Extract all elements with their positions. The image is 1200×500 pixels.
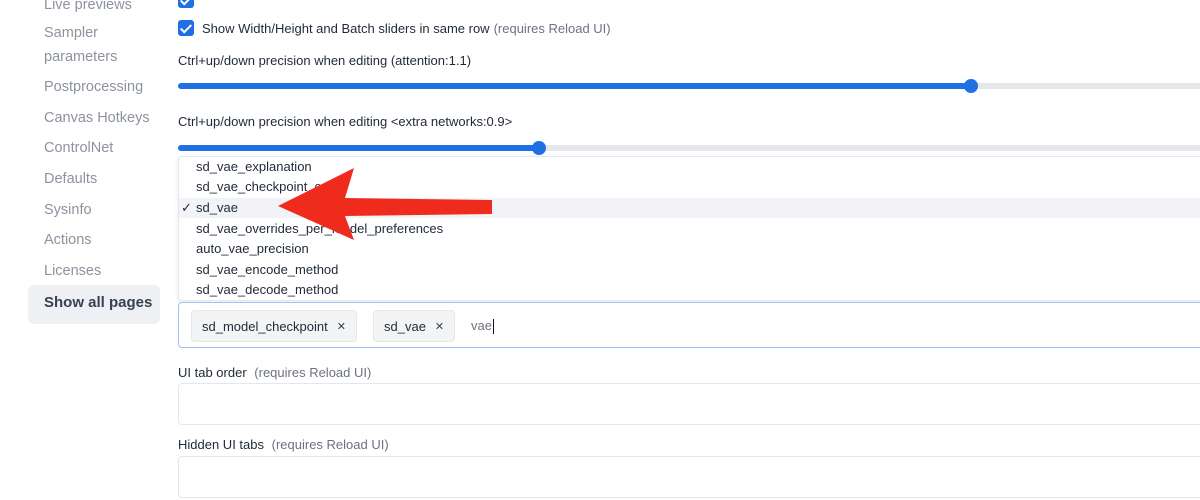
sidebar-item-show-all-pages[interactable]: Show all pages [28,285,160,324]
dropdown-option[interactable]: auto_vae_precision [179,239,1200,259]
setting-checkbox-row: Show Width/Height and Batch sliders in s… [178,18,611,38]
sidebar-item-controlnet[interactable]: ControlNet [44,136,113,160]
close-icon[interactable]: ✕ [435,320,444,333]
sidebar-item-live-previews[interactable]: Live previews [44,0,132,17]
chip-label: sd_vae [384,318,426,334]
checkbox-hint: (requires Reload UI) [493,20,611,36]
sidebar-item-defaults[interactable]: Defaults [44,167,97,191]
slider-extra-networks-track[interactable] [178,145,1200,151]
checkbox-partial-top[interactable] [178,0,194,8]
slider-attention-label: Ctrl+up/down precision when editing (att… [178,53,472,68]
chip-sd-model-checkpoint: sd_model_checkpoint ✕ [191,310,357,342]
tab-order-label-row: UI tab order (requires Reload UI) [178,365,371,380]
dropdown-option-label: auto_vae_precision [196,241,309,256]
hidden-tabs-label: Hidden UI tabs [178,437,264,452]
sidebar-item-actions[interactable]: Actions [44,228,92,252]
slider-extra-networks-label: Ctrl+up/down precision when editing <ext… [178,114,513,129]
red-arrow-icon [278,168,492,240]
multiselect-search-input[interactable]: vae [471,318,494,335]
dropdown-option-label: sd_vae_decode_method [196,282,339,297]
dropdown-option-label: sd_vae_encode_method [196,262,339,277]
slider-attention-thumb[interactable] [964,79,978,93]
slider-attention-track[interactable] [178,83,1200,89]
close-icon[interactable]: ✕ [337,320,346,333]
typed-text: vae [471,318,492,333]
checkbox-label: Show Width/Height and Batch sliders in s… [202,20,490,36]
dropdown-option[interactable]: sd_vae_decode_method [179,280,1200,300]
slider-extra-networks-thumb[interactable] [532,141,546,155]
tab-order-hint: (requires Reload UI) [254,365,372,380]
sidebar-item-sampler-parameters[interactable]: Sampler [44,21,98,45]
tab-order-input[interactable] [178,383,1200,425]
chip-label: sd_model_checkpoint [202,318,328,334]
hidden-tabs-input[interactable] [178,456,1200,498]
quicksettings-multiselect[interactable]: sd_model_checkpoint ✕ sd_vae ✕ vae [178,302,1200,348]
sidebar-item-sysinfo[interactable]: Sysinfo [44,198,92,222]
text-caret [492,319,494,335]
slider-extra-networks-fill [178,145,539,151]
sidebar-item-sampler-parameters-line2[interactable]: parameters [44,45,117,69]
checkmark-icon: ✓ [181,200,192,215]
dropdown-option[interactable]: sd_vae_encode_method [179,260,1200,280]
check-icon[interactable] [178,20,194,36]
sidebar-item-canvas-hotkeys[interactable]: Canvas Hotkeys [44,106,150,130]
dropdown-option-label: sd_vae [196,200,238,215]
hidden-tabs-label-row: Hidden UI tabs (requires Reload UI) [178,437,389,452]
hidden-tabs-hint: (requires Reload UI) [271,437,389,452]
tab-order-label: UI tab order [178,365,247,380]
sidebar-item-licenses[interactable]: Licenses [44,259,101,283]
chip-sd-vae: sd_vae ✕ [373,310,456,342]
settings-sidebar: Live previews Sampler parameters Postpro… [28,0,162,500]
sidebar-item-label: Show all pages [44,294,153,311]
settings-panel: Show Width/Height and Batch sliders in s… [178,0,1200,500]
sidebar-item-postprocessing[interactable]: Postprocessing [44,75,143,99]
slider-attention-fill [178,83,971,89]
